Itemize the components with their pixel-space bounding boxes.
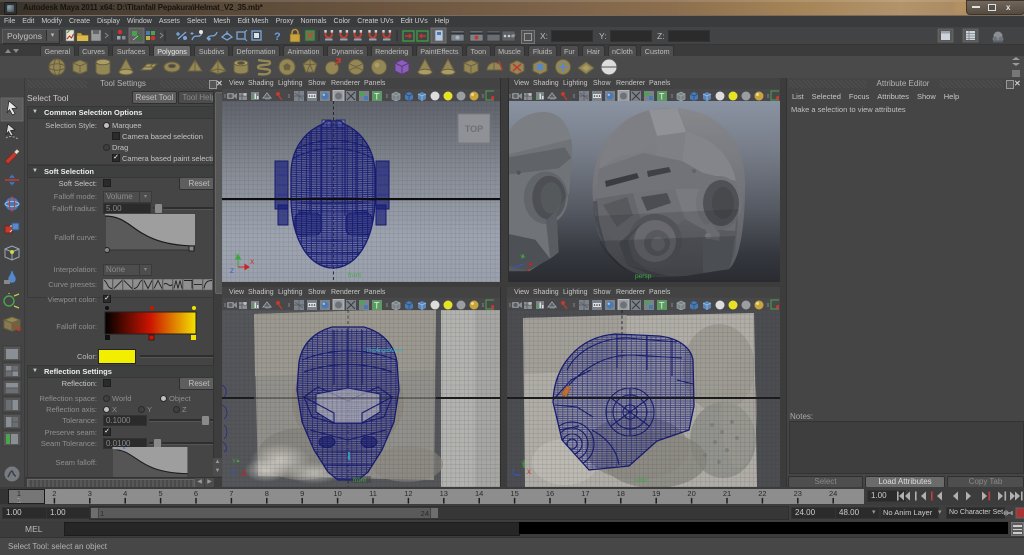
svg-text:19: 19 xyxy=(652,489,660,498)
svg-text:1: 1 xyxy=(17,489,21,498)
svg-text:16: 16 xyxy=(546,489,554,498)
svg-text:TOP: TOP xyxy=(465,124,483,134)
svg-text:persp: persp xyxy=(635,273,652,280)
svg-text:5: 5 xyxy=(159,489,163,498)
svg-text:12: 12 xyxy=(404,489,412,498)
svg-text:13: 13 xyxy=(440,489,448,498)
svg-text:6: 6 xyxy=(194,489,198,498)
svg-text:2: 2 xyxy=(52,489,56,498)
svg-text:1: 1 xyxy=(17,498,21,504)
svg-text:Y: Y xyxy=(235,253,240,260)
svg-text:22: 22 xyxy=(758,489,766,498)
svg-text:17: 17 xyxy=(581,489,589,498)
svg-text:14: 14 xyxy=(475,489,483,498)
svg-text:11: 11 xyxy=(369,489,377,498)
svg-text:9: 9 xyxy=(300,489,304,498)
svg-text:?: ? xyxy=(274,31,281,43)
svg-text:3: 3 xyxy=(88,489,92,498)
svg-text:15: 15 xyxy=(510,489,518,498)
svg-text:10: 10 xyxy=(333,489,341,498)
svg-text:front: front xyxy=(348,272,361,279)
svg-text:8: 8 xyxy=(265,489,269,498)
svg-text:21: 21 xyxy=(723,489,731,498)
svg-text:7: 7 xyxy=(229,489,233,498)
svg-text:24: 24 xyxy=(829,489,837,498)
svg-text:z: z xyxy=(513,264,516,271)
svg-text:20: 20 xyxy=(687,489,695,498)
svg-text:23: 23 xyxy=(794,489,802,498)
svg-text:Y: Y xyxy=(520,254,525,261)
svg-text:4: 4 xyxy=(123,489,127,498)
svg-text:18: 18 xyxy=(617,489,625,498)
svg-text:X: X xyxy=(250,259,255,266)
svg-text:Z: Z xyxy=(230,268,234,275)
